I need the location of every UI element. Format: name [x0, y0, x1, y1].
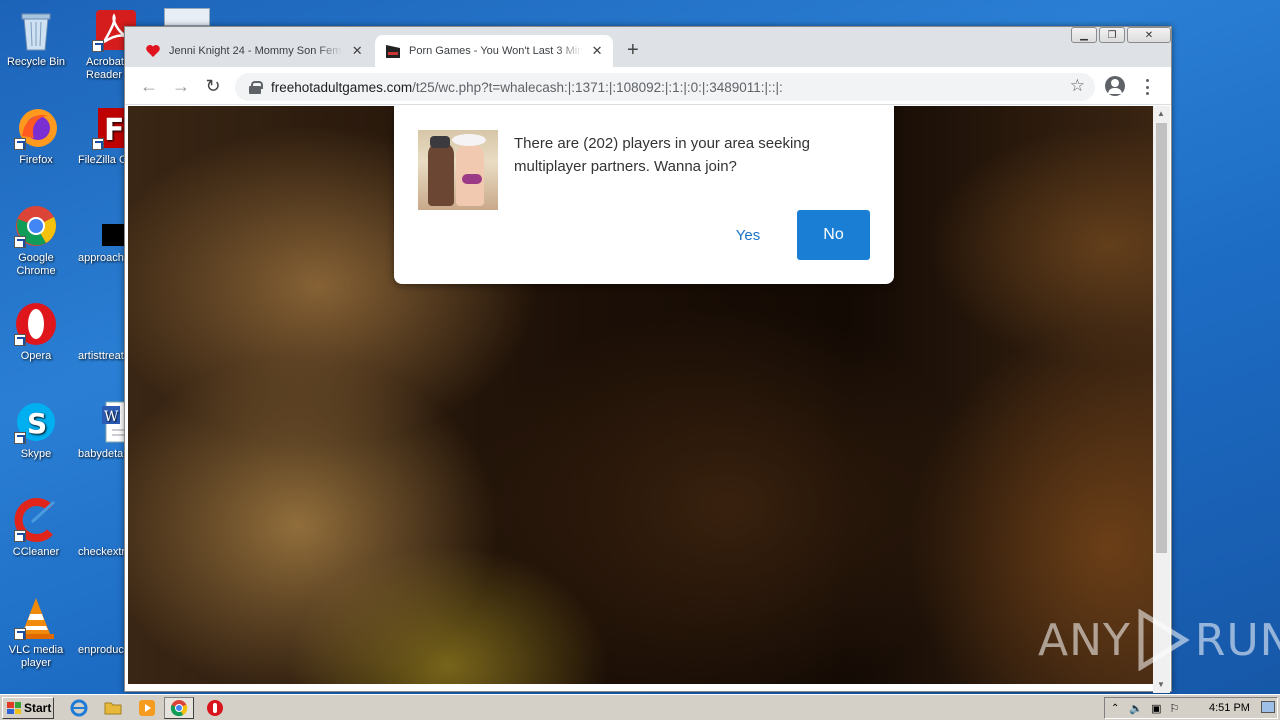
- tab-jenni-knight[interactable]: Jenni Knight 24 - Mommy Son Femdom ✕: [125, 35, 373, 67]
- chrome-icon: [170, 700, 188, 717]
- show-desktop-icon[interactable]: [1261, 701, 1275, 713]
- window-controls: ▁ ❐ ✕: [1069, 27, 1171, 43]
- network-icon[interactable]: ▣: [1151, 702, 1161, 715]
- clock[interactable]: 4:51 PM: [1209, 702, 1250, 714]
- svg-text:W: W: [104, 409, 119, 425]
- opera-taskbar-icon[interactable]: [206, 699, 224, 717]
- heart-icon: [145, 43, 161, 59]
- url-host: freehotadultgames.com: [271, 79, 413, 95]
- anyrun-watermark: ANY RUN: [1038, 608, 1280, 672]
- desktop-icon-label: artisttreat: [78, 350, 124, 362]
- browser-window: Jenni Knight 24 - Mommy Son Femdom ✕ Por…: [124, 26, 1172, 693]
- desktop-icon-label: Google Chrome: [16, 252, 56, 277]
- restore-button[interactable]: ❐: [1099, 27, 1125, 43]
- desktop-icon-label: FileZilla C: [78, 154, 124, 166]
- recycle-bin-icon: [14, 8, 58, 52]
- shortcut-arrow-icon: [14, 530, 26, 542]
- bookmark-star-icon[interactable]: ☆: [1070, 76, 1085, 96]
- no-button[interactable]: No: [797, 210, 870, 260]
- scroll-thumb[interactable]: [1156, 123, 1167, 553]
- tab-close-icon[interactable]: ✕: [589, 43, 605, 59]
- desktop-icon-opera[interactable]: Opera: [0, 302, 72, 363]
- desktop-icon-label: Skype: [20, 448, 52, 460]
- taskbar-chrome-button[interactable]: [164, 697, 194, 719]
- desktop-icon-partial[interactable]: [164, 8, 210, 26]
- page-viewport: There are (202) players in your area see…: [128, 106, 1153, 684]
- desktop-icon-label: Opera: [20, 350, 52, 362]
- back-button[interactable]: ←: [137, 75, 161, 99]
- shortcut-arrow-icon: [14, 628, 26, 640]
- action-center-flag-icon[interactable]: ⚐: [1170, 702, 1180, 715]
- new-tab-button[interactable]: +: [627, 39, 639, 62]
- svg-text:S: S: [27, 407, 47, 440]
- desktop-icon-label: Recycle Bin: [6, 56, 66, 68]
- system-tray: ⌃ 🔈 ▣ ⚐ 4:51 PM: [1104, 697, 1278, 719]
- lock-icon: [249, 81, 263, 94]
- desktop-icon-label: VLC media player: [8, 644, 64, 669]
- desktop-icon-recycle-bin[interactable]: Recycle Bin: [0, 8, 72, 69]
- start-button[interactable]: Start: [2, 697, 54, 719]
- notification-dialog: There are (202) players in your area see…: [394, 106, 894, 284]
- shortcut-arrow-icon: [14, 138, 26, 150]
- chrome-icon: [14, 204, 58, 248]
- shortcut-arrow-icon: [92, 138, 104, 150]
- watermark-left: ANY: [1038, 614, 1131, 666]
- shortcut-arrow-icon: [14, 236, 26, 248]
- desktop-icon-label: checkextr: [78, 546, 124, 558]
- desktop-icon-chrome[interactable]: Google Chrome: [0, 204, 72, 278]
- profile-avatar-icon[interactable]: [1105, 76, 1125, 96]
- play-logo-icon: [1138, 609, 1190, 671]
- shortcut-arrow-icon: [92, 40, 104, 52]
- tab-title: Jenni Knight 24 - Mommy Son Femdom: [169, 45, 343, 57]
- ie-icon[interactable]: [70, 699, 88, 717]
- dialog-message: There are (202) players in your area see…: [514, 135, 810, 175]
- tab-porn-games[interactable]: Porn Games - You Won't Last 3 Minutes ✕: [375, 35, 613, 67]
- vertical-scrollbar[interactable]: ▲ ▼: [1153, 106, 1170, 693]
- media-player-icon[interactable]: [138, 699, 156, 717]
- desktop-icon-label: babydeta: [78, 448, 124, 460]
- vlc-cone-icon: [14, 596, 58, 640]
- firefox-icon: [14, 106, 58, 150]
- shortcut-arrow-icon: [14, 432, 26, 444]
- tab-strip: Jenni Knight 24 - Mommy Son Femdom ✕ Por…: [125, 27, 1171, 67]
- taskbar: Start ⌃ 🔈 ▣ ⚐ 4:51 PM: [0, 694, 1280, 720]
- windows-logo-icon: [7, 702, 21, 714]
- yes-button[interactable]: Yes: [722, 210, 774, 260]
- close-window-button[interactable]: ✕: [1127, 27, 1171, 43]
- desktop-icon-label: approach: [78, 252, 124, 264]
- ccleaner-icon: [14, 498, 58, 542]
- skype-icon: S: [14, 400, 58, 444]
- forward-button[interactable]: →: [169, 75, 193, 99]
- browser-menu-icon[interactable]: [1141, 77, 1153, 97]
- folder-icon[interactable]: [104, 699, 122, 717]
- url-path: /t25/wc.php?t=whalecash:|:1371:|:108092:…: [412, 79, 783, 95]
- reload-button[interactable]: ↻: [201, 75, 225, 99]
- tab-close-icon[interactable]: ✕: [349, 43, 365, 59]
- shortcut-arrow-icon: [14, 334, 26, 346]
- watermark-right: RUN: [1194, 614, 1280, 666]
- minimize-button[interactable]: ▁: [1071, 27, 1097, 43]
- browser-toolbar: ← → ↻ freehotadultgames.com/t25/wc.php?t…: [125, 67, 1171, 105]
- desktop-icon-label: Firefox: [19, 154, 53, 166]
- desktop-icon-firefox[interactable]: Firefox: [0, 106, 72, 167]
- url-text[interactable]: freehotadultgames.com/t25/wc.php?t=whale…: [271, 80, 783, 95]
- desktop-icon-label: enproduc: [78, 644, 124, 656]
- scroll-up-icon[interactable]: ▲: [1157, 109, 1165, 118]
- desktop-icon-skype[interactable]: S Skype: [0, 400, 72, 461]
- opera-icon: [14, 302, 58, 346]
- start-label: Start: [24, 701, 52, 715]
- tab-title: Porn Games - You Won't Last 3 Minutes: [409, 45, 584, 57]
- volume-icon[interactable]: 🔈: [1129, 702, 1143, 715]
- clapper-icon: [385, 43, 401, 59]
- address-bar[interactable]: freehotadultgames.com/t25/wc.php?t=whale…: [235, 73, 1095, 101]
- desktop-icon-ccleaner[interactable]: CCleaner: [0, 498, 72, 559]
- desktop-icon-vlc[interactable]: VLC media player: [0, 596, 72, 670]
- desktop-icon-label: CCleaner: [12, 546, 60, 558]
- dialog-thumbnail-image: [418, 130, 498, 210]
- scroll-down-icon[interactable]: ▼: [1157, 680, 1165, 689]
- tray-expand-icon[interactable]: ⌃: [1111, 703, 1119, 714]
